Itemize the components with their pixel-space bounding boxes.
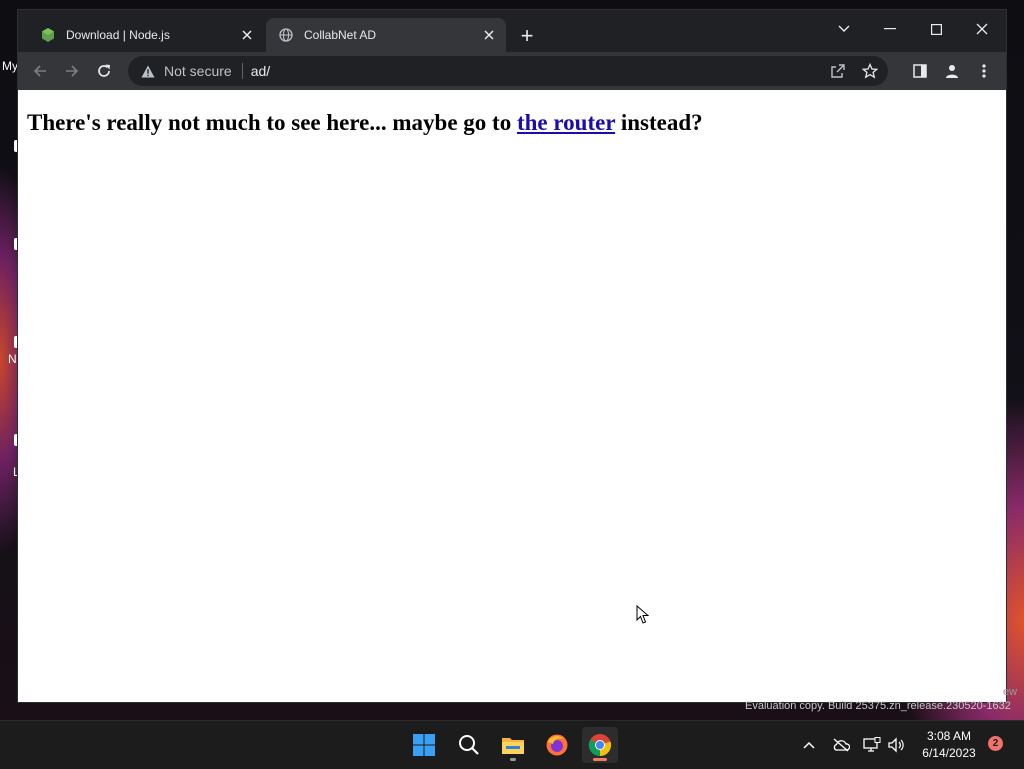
close-window-button[interactable] bbox=[962, 16, 1002, 42]
browser-window: Download | Node.js CollabNet AD + Not se… bbox=[18, 10, 1006, 702]
forward-button[interactable] bbox=[60, 59, 84, 83]
network-icon[interactable] bbox=[862, 735, 882, 755]
tab-title: CollabNet AD bbox=[304, 28, 377, 42]
evaluation-watermark: Evaluation copy. Build 25375.zn_release.… bbox=[745, 700, 1011, 712]
tab-search-chevron-down-icon[interactable] bbox=[824, 16, 864, 42]
close-icon[interactable] bbox=[238, 26, 256, 44]
url-text[interactable]: ad/ bbox=[251, 63, 270, 79]
browser-toolbar: Not secure ad/ bbox=[18, 52, 1006, 90]
running-indicator bbox=[593, 758, 607, 761]
maximize-button[interactable] bbox=[916, 16, 956, 42]
mouse-cursor-icon bbox=[636, 604, 650, 630]
page-content: There's really not much to see here... m… bbox=[18, 90, 1006, 702]
onedrive-icon[interactable] bbox=[831, 735, 851, 755]
watermark-partial: ew bbox=[1003, 686, 1018, 698]
search-icon[interactable] bbox=[451, 727, 487, 763]
profile-icon[interactable] bbox=[940, 59, 964, 83]
address-bar[interactable]: Not secure ad/ bbox=[128, 56, 888, 86]
share-icon[interactable] bbox=[826, 59, 850, 83]
tab-collabnet[interactable]: CollabNet AD bbox=[266, 18, 506, 52]
bookmark-star-icon[interactable] bbox=[858, 59, 882, 83]
tab-strip: Download | Node.js CollabNet AD + bbox=[18, 10, 1006, 52]
reload-button[interactable] bbox=[92, 59, 116, 83]
heading-text: instead? bbox=[615, 110, 703, 135]
system-clock[interactable]: 3:08 AM 6/14/2023 bbox=[912, 728, 986, 762]
security-status-label[interactable]: Not secure bbox=[164, 63, 232, 79]
desktop-icon-label[interactable]: My bbox=[2, 59, 18, 73]
desktop-icon-label[interactable]: N bbox=[8, 352, 17, 366]
notification-badge[interactable]: 2 bbox=[988, 736, 1003, 751]
chrome-icon[interactable] bbox=[582, 727, 618, 763]
taskbar: 3:08 AM 6/14/2023 bbox=[0, 720, 1024, 769]
side-panel-icon[interactable] bbox=[908, 59, 932, 83]
tab-title: Download | Node.js bbox=[66, 28, 170, 42]
file-explorer-icon[interactable] bbox=[495, 727, 531, 763]
tab-nodejs[interactable]: Download | Node.js bbox=[28, 18, 264, 52]
clock-time: 3:08 AM bbox=[926, 729, 972, 743]
menu-kebab-icon[interactable] bbox=[972, 59, 996, 83]
clock-date: 6/14/2023 bbox=[922, 746, 976, 760]
warning-icon[interactable] bbox=[140, 63, 156, 79]
back-button[interactable] bbox=[28, 59, 52, 83]
volume-icon[interactable] bbox=[886, 735, 906, 755]
divider bbox=[241, 63, 243, 79]
chevron-up-icon[interactable] bbox=[799, 735, 819, 755]
running-indicator bbox=[510, 758, 516, 761]
heading-text: There's really not much to see here... m… bbox=[27, 110, 517, 135]
router-link[interactable]: the router bbox=[517, 110, 615, 135]
close-icon[interactable] bbox=[480, 26, 498, 44]
firefox-icon[interactable] bbox=[539, 727, 575, 763]
new-tab-button[interactable]: + bbox=[516, 25, 538, 48]
page-heading: There's really not much to see here... m… bbox=[27, 110, 703, 136]
minimize-button[interactable] bbox=[870, 16, 910, 42]
start-icon[interactable] bbox=[406, 727, 442, 763]
globe-icon bbox=[278, 27, 294, 43]
nodejs-icon bbox=[40, 27, 56, 43]
